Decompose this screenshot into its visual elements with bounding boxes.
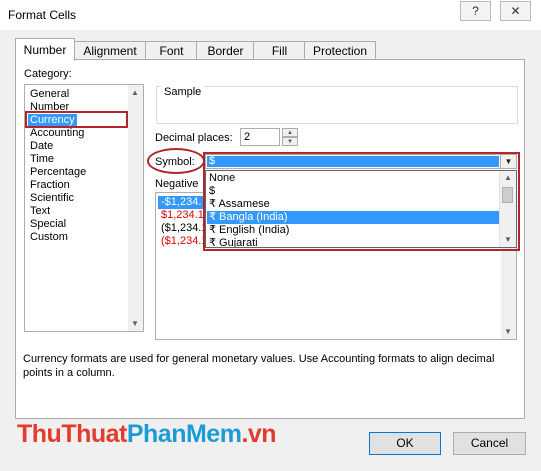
symbol-dropdown-annotation [203, 152, 520, 251]
category-item-text[interactable]: Text [28, 205, 52, 218]
scroll-down-icon[interactable]: ▼ [131, 319, 139, 328]
scroll-down-icon[interactable]: ▼ [504, 327, 512, 336]
spin-down-icon[interactable]: ▼ [282, 137, 298, 146]
tab-border[interactable]: Border [196, 41, 255, 60]
category-item-general[interactable]: General [28, 88, 71, 101]
sample-group [156, 86, 518, 124]
close-button[interactable]: ✕ [500, 1, 531, 21]
tab-alignment[interactable]: Alignment [73, 41, 147, 60]
format-cells-dialog: Format Cells ? ✕ Number Alignment Font B… [0, 0, 541, 471]
category-item-date[interactable]: Date [28, 140, 55, 153]
tab-protection[interactable]: Protection [304, 41, 376, 60]
title-bar: Format Cells ? ✕ [0, 0, 541, 30]
negative-numbers-label: Negative [155, 178, 199, 190]
category-item-time[interactable]: Time [28, 153, 56, 166]
category-item-scientific[interactable]: Scientific [28, 192, 76, 205]
tab-number[interactable]: Number [15, 38, 75, 61]
watermark-logo: ThuThuatPhanMem.vn [17, 420, 277, 449]
decimal-places-label: Decimal places: [155, 132, 233, 144]
category-item-percentage[interactable]: Percentage [28, 166, 88, 179]
decimal-places-input[interactable]: 2 [240, 128, 280, 146]
watermark-part-1: ThuThuat [17, 420, 127, 448]
ok-button[interactable]: OK [369, 432, 441, 455]
watermark-part-2: PhanMem [126, 420, 242, 448]
scroll-up-icon[interactable]: ▲ [131, 88, 139, 97]
category-item-custom[interactable]: Custom [28, 231, 70, 244]
window-title: Format Cells [8, 8, 77, 22]
tab-fill[interactable]: Fill [253, 41, 306, 60]
format-description: Currency formats are used for general mo… [23, 353, 495, 379]
spin-up-icon[interactable]: ▲ [282, 128, 298, 137]
watermark-part-3: .vn [241, 420, 277, 448]
category-item-special[interactable]: Special [28, 218, 68, 231]
category-item-accounting[interactable]: Accounting [28, 127, 86, 140]
help-button[interactable]: ? [460, 1, 491, 21]
sample-label: Sample [161, 86, 205, 98]
category-label: Category: [24, 68, 72, 80]
number-tab-panel: Category: General Number Currency Accoun… [15, 59, 525, 419]
currency-highlight-annotation [25, 111, 128, 128]
category-item-fraction[interactable]: Fraction [28, 179, 72, 192]
tab-font[interactable]: Font [145, 41, 198, 60]
negative-option-1[interactable]: -$1,234. [158, 196, 205, 209]
category-scrollbar[interactable]: ▲ ▼ [128, 85, 143, 331]
symbol-label-circle-annotation [147, 148, 205, 174]
cancel-button[interactable]: Cancel [453, 432, 526, 455]
